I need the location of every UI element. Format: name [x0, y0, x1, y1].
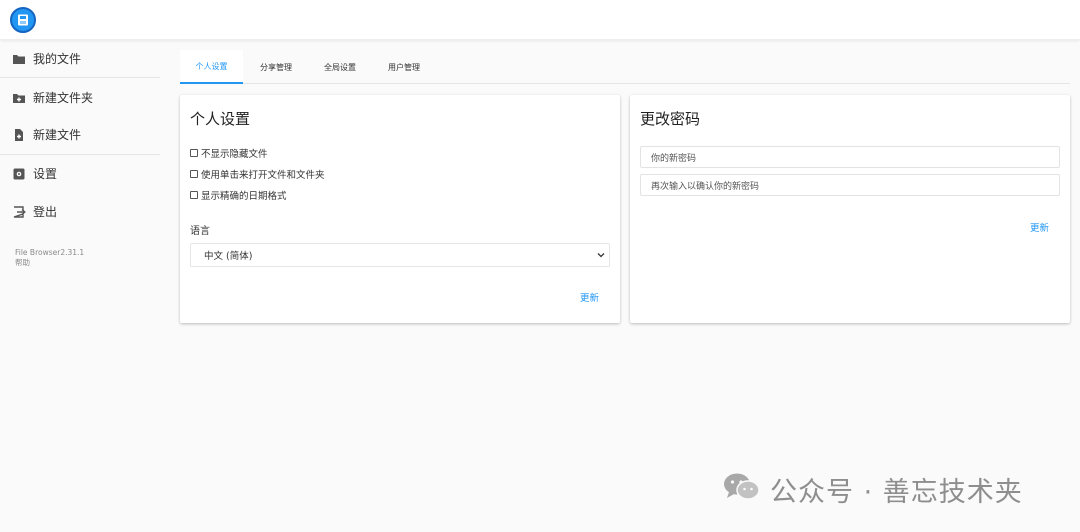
tab-profile[interactable]: 个人设置	[180, 50, 243, 84]
sidebar-item-settings[interactable]: 设置	[0, 155, 160, 191]
profile-update-button[interactable]: 更新	[580, 290, 599, 304]
hide-dotfiles-checkbox[interactable]	[190, 149, 198, 157]
password-update-button[interactable]: 更新	[1030, 220, 1049, 234]
sidebar-item-label: 设置	[33, 166, 58, 181]
profile-settings-card: 个人设置 不显示隐藏文件 使用单击来打开文件和文件夹 显示精确的日期格式 语言 …	[180, 95, 620, 323]
card-title: 个人设置	[190, 110, 251, 128]
tab-users[interactable]: 用户管理	[374, 50, 434, 84]
sidebar-item-label: 新建文件夹	[33, 90, 94, 105]
new-password-placeholder: 你的新密码	[651, 153, 697, 164]
sidebar-item-label: 登出	[33, 204, 58, 219]
sidebar-item-new-folder[interactable]: 新建文件夹	[0, 79, 160, 115]
gear-icon	[12, 166, 26, 180]
exact-date-option[interactable]: 显示精确的日期格式	[190, 188, 287, 202]
version-text: File Browser2.31.1	[15, 248, 85, 257]
confirm-password-placeholder: 再次输入以确认你的新密码	[651, 181, 760, 192]
sidebar-item-label: 我的文件	[33, 51, 82, 66]
help-link[interactable]: 帮助	[15, 258, 30, 268]
checkbox-label: 不显示隐藏文件	[201, 149, 268, 160]
language-label: 语言	[190, 226, 210, 237]
tab-global[interactable]: 全局设置	[310, 50, 370, 84]
new-file-icon	[12, 127, 26, 141]
confirm-password-field[interactable]: 再次输入以确认你的新密码	[640, 174, 1060, 196]
sidebar-item-label: 新建文件	[33, 127, 82, 142]
sidebar-item-logout[interactable]: 登出	[0, 193, 160, 229]
language-select[interactable]: 中文 (简体)	[190, 243, 610, 267]
chevron-down-icon	[597, 251, 605, 259]
sidebar-item-my-files[interactable]: 我的文件	[0, 40, 160, 76]
logout-icon	[12, 204, 26, 218]
wechat-icon	[722, 471, 762, 507]
single-click-checkbox[interactable]	[190, 170, 198, 178]
sidebar-divider	[0, 77, 160, 78]
exact-date-checkbox[interactable]	[190, 191, 198, 199]
checkbox-label: 显示精确的日期格式	[201, 191, 287, 202]
watermark: 公众号 · 善忘技术夹	[722, 470, 1023, 508]
watermark-text: 公众号 · 善忘技术夹	[770, 476, 1023, 508]
app-header	[0, 0, 1080, 40]
checkbox-label: 使用单击来打开文件和文件夹	[201, 170, 325, 181]
language-select-value: 中文 (简体)	[204, 251, 253, 262]
single-click-option[interactable]: 使用单击来打开文件和文件夹	[190, 167, 325, 181]
tab-shares[interactable]: 分享管理	[246, 50, 306, 84]
folder-icon	[12, 51, 26, 65]
new-password-field[interactable]: 你的新密码	[640, 146, 1060, 168]
hide-dotfiles-option[interactable]: 不显示隐藏文件	[190, 146, 268, 160]
new-folder-icon	[12, 90, 26, 104]
card-title: 更改密码	[640, 110, 701, 128]
file-browser-logo-icon[interactable]	[10, 7, 36, 33]
change-password-card: 更改密码 你的新密码 再次输入以确认你的新密码 更新	[630, 95, 1070, 323]
sidebar-item-new-file[interactable]: 新建文件	[0, 116, 160, 152]
